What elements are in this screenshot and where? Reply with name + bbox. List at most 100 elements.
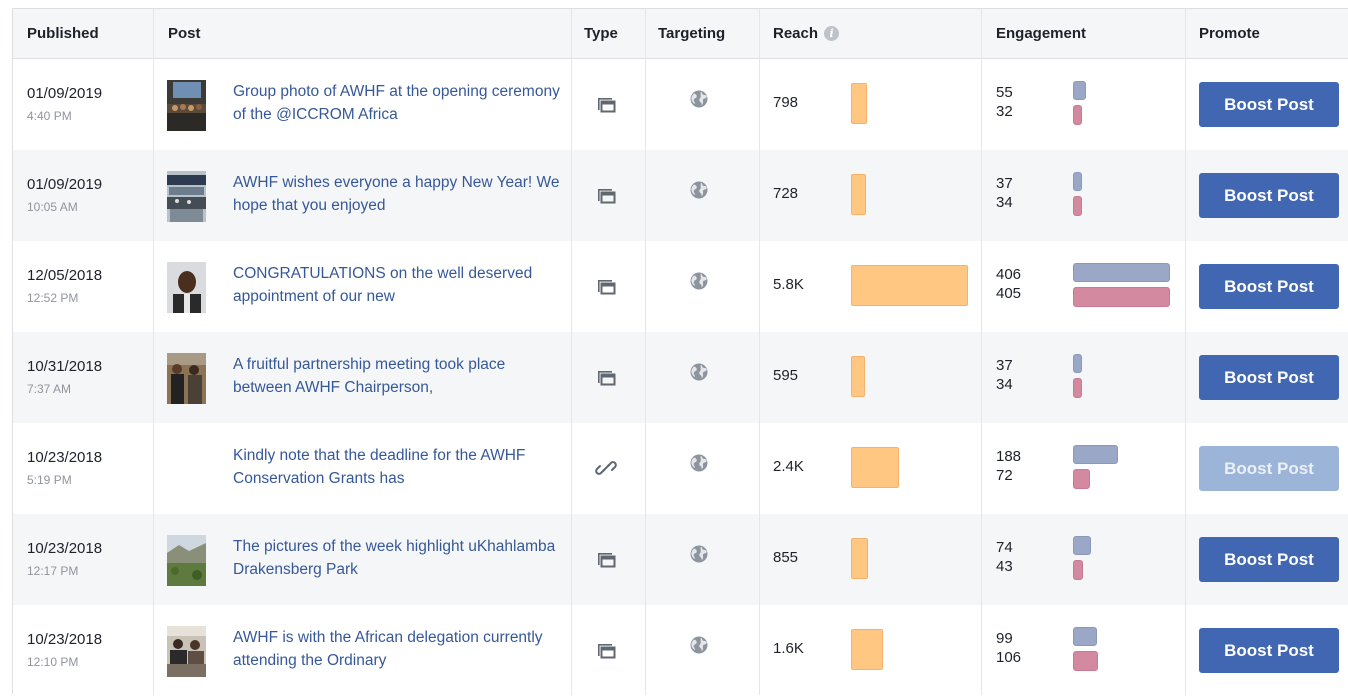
boost-post-button[interactable]: Boost Post [1199, 355, 1339, 400]
table-row: 12/05/2018 12:52 PM CONGRATULATIONS on the… [13, 241, 1348, 332]
boost-post-button[interactable]: Boost Post [1199, 446, 1339, 491]
table-row: 10/31/2018 7:37 AM A fruitful partnership … [13, 332, 1348, 423]
published-date: 10/23/2018 [27, 540, 103, 557]
photo-icon [595, 366, 617, 388]
engagement-value-2: 34 [996, 376, 1013, 393]
reach-bar [851, 538, 868, 579]
published-time: 12:52 PM [27, 291, 79, 305]
post-thumbnail[interactable] [167, 626, 206, 677]
photo-icon [595, 548, 617, 570]
engagement-bar-1 [1073, 81, 1086, 100]
boost-post-button[interactable]: Boost Post [1199, 173, 1339, 218]
engagement-bar-2 [1073, 651, 1098, 671]
post-link[interactable]: Group photo of AWHF at the opening cerem… [233, 80, 563, 126]
post-thumbnail[interactable] [167, 353, 206, 404]
table-header: Published Post Type Targeting Reach i Eng… [13, 9, 1348, 59]
header-type: Type [584, 25, 618, 42]
engagement-bar-1 [1073, 445, 1118, 464]
post-link[interactable]: Kindly note that the deadline for the AW… [233, 444, 563, 490]
boost-post-button[interactable]: Boost Post [1199, 82, 1339, 127]
published-time: 10:05 AM [27, 200, 78, 214]
globe-icon [689, 89, 709, 109]
engagement-value-1: 55 [996, 84, 1013, 101]
header-reach-label: Reach [773, 25, 819, 42]
published-date: 01/09/2019 [27, 176, 103, 193]
post-link[interactable]: The pictures of the week highlight uKhah… [233, 535, 563, 581]
column-divider [153, 9, 154, 695]
boost-post-button[interactable]: Boost Post [1199, 264, 1339, 309]
engagement-bar-2 [1073, 469, 1090, 489]
post-link[interactable]: CONGRATULATIONS on the well deserved app… [233, 262, 563, 308]
published-time: 4:40 PM [27, 109, 72, 123]
table-row: 10/23/2018 12:10 PM AWHF is with the Afric… [13, 605, 1348, 696]
reach-value: 798 [773, 94, 799, 111]
globe-icon [689, 362, 709, 382]
engagement-value-1: 99 [996, 630, 1013, 647]
engagement-bar-2 [1073, 560, 1083, 580]
engagement-value-1: 406 [996, 266, 1022, 283]
engagement-value-2: 405 [996, 285, 1022, 302]
engagement-value-2: 34 [996, 194, 1013, 211]
photo-icon [595, 93, 617, 115]
table-row: 01/09/2019 4:40 PM Group photo of AWHF at … [13, 59, 1348, 150]
engagement-bar-2 [1073, 196, 1082, 216]
info-icon[interactable]: i [824, 25, 840, 41]
reach-bar [851, 265, 968, 306]
published-time: 12:10 PM [27, 655, 79, 669]
published-time: 5:19 PM [27, 473, 72, 487]
engagement-bar-1 [1073, 536, 1091, 555]
table-row: 10/23/2018 5:19 PM Kindly note that the de… [13, 423, 1348, 514]
column-divider [1185, 9, 1186, 695]
globe-icon [689, 635, 709, 655]
reach-bar [851, 174, 866, 215]
engagement-value-2: 32 [996, 103, 1013, 120]
post-thumbnail[interactable] [167, 262, 206, 313]
engagement-bar-1 [1073, 172, 1082, 191]
header-engagement: Engagement [996, 25, 1087, 42]
engagement-value-1: 188 [996, 448, 1022, 465]
photo-icon [595, 275, 617, 297]
post-thumbnail[interactable] [167, 535, 206, 586]
engagement-value-1: 37 [996, 357, 1013, 374]
post-link[interactable]: AWHF wishes everyone a happy New Year! W… [233, 171, 563, 217]
engagement-bar-2 [1073, 105, 1082, 125]
reach-bar [851, 629, 883, 670]
post-link[interactable]: AWHF is with the African delegation curr… [233, 626, 563, 672]
engagement-bar-1 [1073, 263, 1170, 282]
reach-value: 1.6K [773, 640, 804, 657]
column-divider [981, 9, 982, 695]
reach-value: 2.4K [773, 458, 804, 475]
reach-value: 855 [773, 549, 799, 566]
engagement-value-1: 37 [996, 175, 1013, 192]
globe-icon [689, 453, 709, 473]
published-date: 12/05/2018 [27, 267, 103, 284]
reach-value: 595 [773, 367, 799, 384]
published-date: 10/31/2018 [27, 358, 103, 375]
globe-icon [689, 544, 709, 564]
boost-post-button[interactable]: Boost Post [1199, 537, 1339, 582]
header-targeting: Targeting [658, 25, 726, 42]
header-promote: Promote [1199, 25, 1260, 42]
header-published[interactable]: Published [27, 9, 99, 58]
column-divider [759, 9, 760, 695]
header-reach[interactable]: Reach i [773, 9, 840, 58]
published-date: 10/23/2018 [27, 631, 103, 648]
published-time: 7:37 AM [27, 382, 72, 396]
published-date: 10/23/2018 [27, 449, 103, 466]
link-icon [595, 457, 617, 479]
table-row: 01/09/2019 10:05 AM AWHF wishes everyone a… [13, 150, 1348, 241]
reach-bar [851, 356, 865, 397]
engagement-value-2: 72 [996, 467, 1013, 484]
photo-icon [595, 184, 617, 206]
post-thumbnail[interactable] [167, 171, 206, 222]
engagement-bar-1 [1073, 627, 1097, 646]
published-date: 01/09/2019 [27, 85, 103, 102]
engagement-bar-2 [1073, 378, 1082, 398]
post-thumbnail[interactable] [167, 80, 206, 131]
post-link[interactable]: A fruitful partnership meeting took plac… [233, 353, 563, 399]
reach-bar [851, 83, 867, 124]
engagement-value-1: 74 [996, 539, 1013, 556]
engagement-bar-1 [1073, 354, 1082, 373]
boost-post-button[interactable]: Boost Post [1199, 628, 1339, 673]
globe-icon [689, 271, 709, 291]
